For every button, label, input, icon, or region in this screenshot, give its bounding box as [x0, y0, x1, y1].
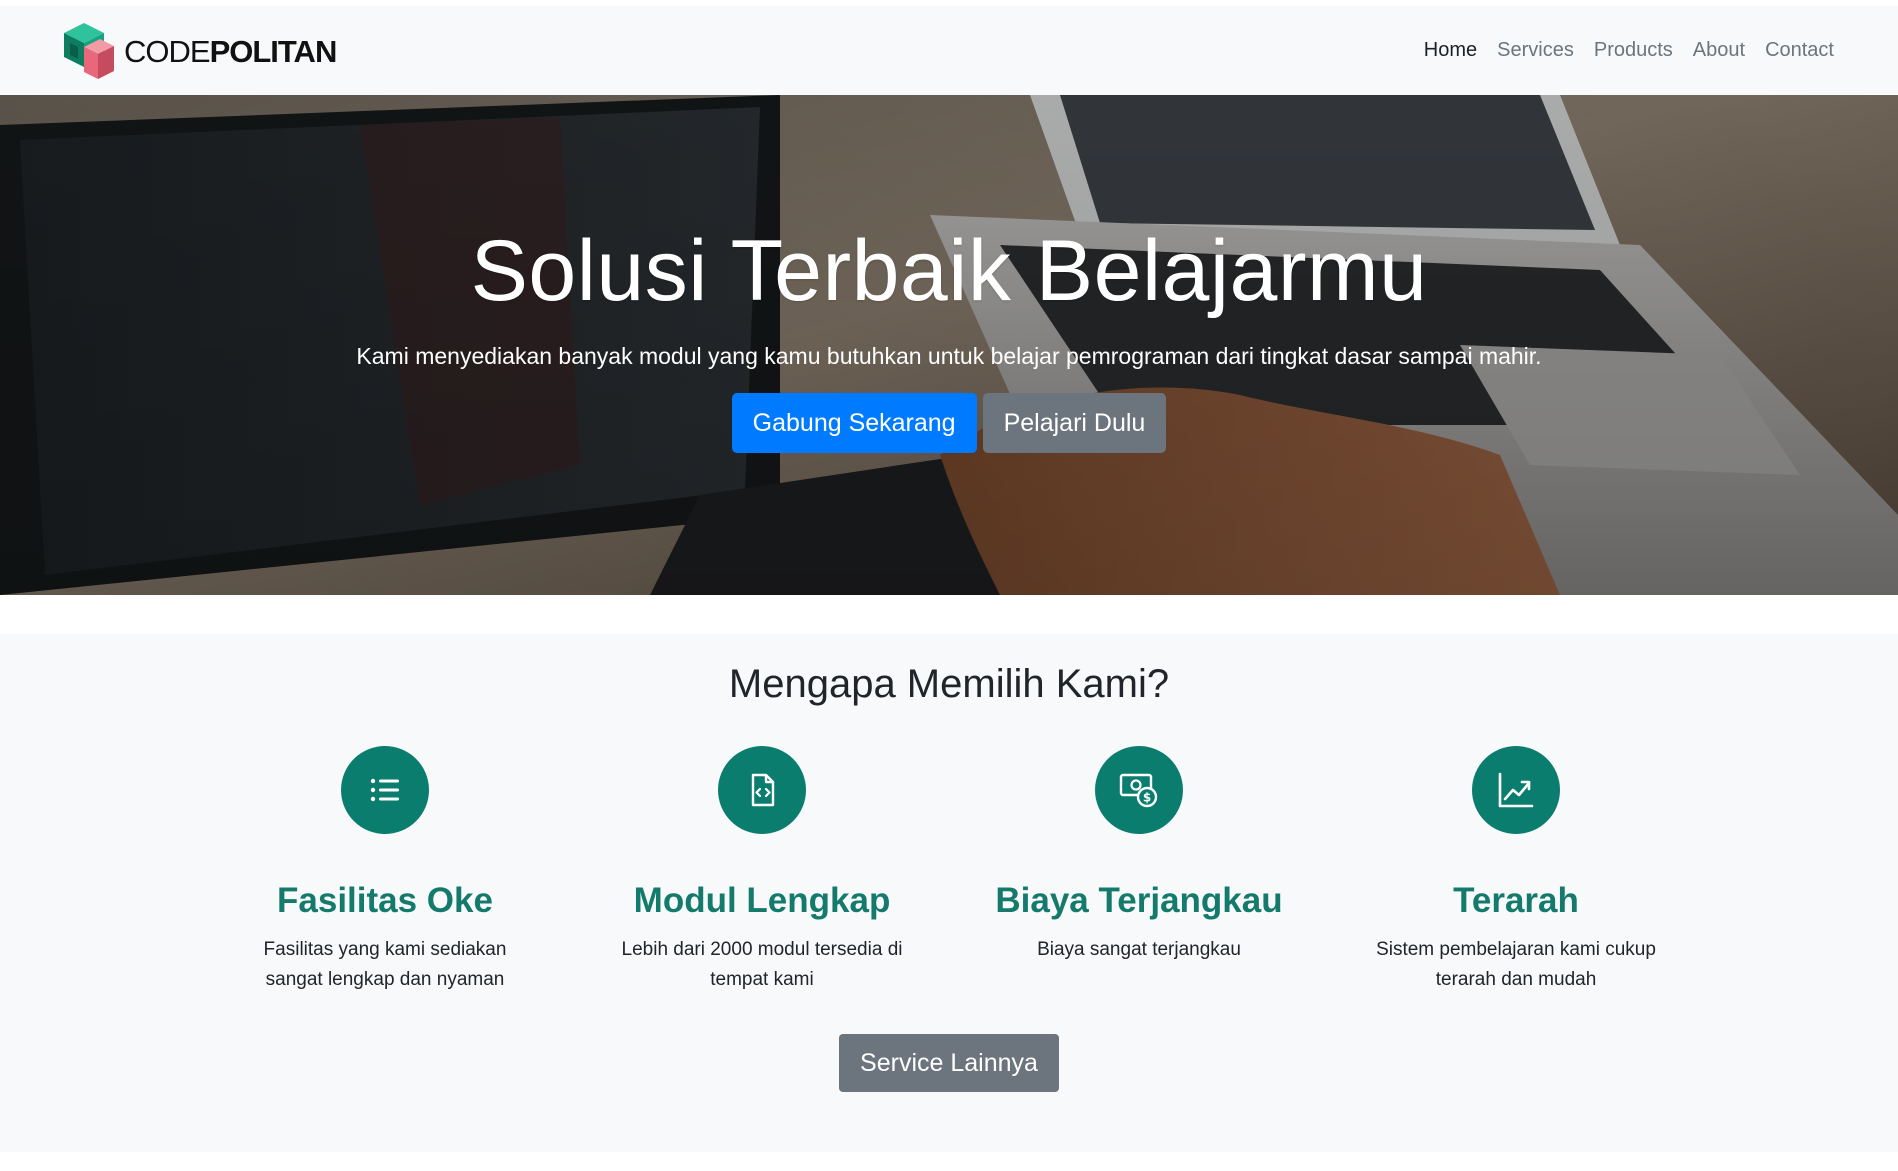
feature-title: Modul Lengkap: [633, 881, 891, 920]
feature-title: Biaya Terjangkau: [995, 881, 1283, 920]
nav-link-services[interactable]: Services: [1497, 39, 1574, 62]
money-icon: $: [1095, 746, 1183, 834]
features-section: Mengapa Memilih Kami? Fasilitas Oke Fasi…: [0, 634, 1898, 1152]
brand-logo-link[interactable]: CODEPOLITAN: [60, 23, 338, 79]
feature-title: Fasilitas Oke: [277, 881, 493, 920]
feature-description: Biaya sangat terjangkau: [1037, 938, 1241, 960]
hero-buttons: Gabung Sekarang Pelajari Dulu: [0, 393, 1898, 453]
brand-text: CODEPOLITAN: [124, 33, 338, 69]
list-icon: [341, 746, 429, 834]
join-now-button[interactable]: Gabung Sekarang: [731, 393, 977, 453]
nav-link-contact[interactable]: Contact: [1765, 39, 1834, 62]
more-services-wrap: Service Lainnya: [0, 1034, 1898, 1092]
more-services-button[interactable]: Service Lainnya: [839, 1034, 1059, 1092]
features-title: Mengapa Memilih Kami?: [728, 662, 1170, 706]
feature-description: Fasilitas yang kami sediakan sangat leng…: [263, 938, 507, 990]
hero-lead-text: Kami menyediakan banyak modul yang kamu …: [356, 343, 1542, 369]
feature-card-directed: Terarah Sistem pembelajaran kami cukup t…: [1356, 746, 1676, 995]
chart-up-icon: [1472, 746, 1560, 834]
feature-description: Lebih dari 2000 modul tersedia di tempat…: [621, 938, 903, 990]
brand-text-bold: POLITAN: [209, 33, 338, 69]
code-file-icon: [718, 746, 806, 834]
codepolitan-logo-icon: [64, 23, 114, 79]
brand-text-light: CODE: [124, 33, 211, 69]
nav-links: Home Services Products About Contact: [1424, 6, 1834, 95]
svg-text:$: $: [1143, 791, 1151, 805]
feature-card-facilities: Fasilitas Oke Fasilitas yang kami sediak…: [225, 746, 545, 995]
nav-link-products[interactable]: Products: [1594, 39, 1673, 62]
nav-link-home[interactable]: Home: [1424, 39, 1477, 62]
navbar: CODEPOLITAN Home Services Products About…: [0, 6, 1898, 95]
nav-link-about[interactable]: About: [1693, 39, 1745, 62]
feature-description: Sistem pembelajaran kami cukup terarah d…: [1376, 938, 1656, 990]
hero-jumbotron: Solusi Terbaik Belajarmu Kami menyediaka…: [0, 95, 1898, 595]
feature-card-modules: Modul Lengkap Lebih dari 2000 modul ters…: [602, 746, 922, 995]
learn-first-button[interactable]: Pelajari Dulu: [982, 393, 1167, 453]
hero-title: Solusi Terbaik Belajarmu: [470, 223, 1428, 319]
feature-title: Terarah: [1453, 881, 1579, 920]
feature-card-cost: $ Biaya Terjangkau Biaya sangat terjangk…: [979, 746, 1299, 965]
